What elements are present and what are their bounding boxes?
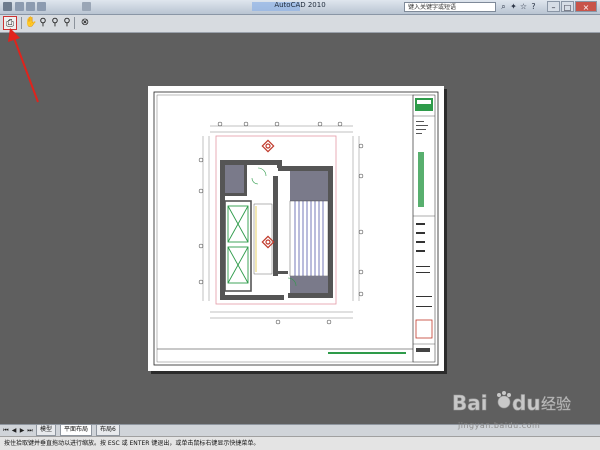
maximize-button[interactable]: □ [561,1,574,12]
minimize-button[interactable]: – [547,1,560,12]
tab-model[interactable]: 模型 [36,425,57,436]
zoom-previous-icon[interactable]: ⚲ [60,16,74,30]
tab-layout6[interactable]: 布局6 [96,425,120,436]
favorites-icon[interactable]: ☆ [519,2,528,11]
floor-plan-drawing [153,91,439,366]
svg-text:Bai: Bai [452,391,488,415]
toolbar-separator [21,17,22,29]
first-tab-icon[interactable]: ⏮ [2,426,10,435]
search-input[interactable]: 键入关键字或短语 [404,2,496,12]
company-logo [415,98,433,111]
watermark-brand: 经验 [541,395,571,413]
next-tab-icon[interactable]: ▶ [18,426,26,435]
title-bar: AutoCAD 2010 键入关键字或短语 ⌕ ✦ ☆ ? – □ × [0,0,600,15]
search-icon[interactable]: ⌕ [499,2,508,11]
close-button[interactable]: × [575,1,597,12]
last-tab-icon[interactable]: ⏭ [26,426,34,435]
communication-center-icon[interactable]: ✦ [509,2,518,11]
close-preview-icon[interactable]: ⊗ [78,16,92,30]
print-preview-sheet [148,86,444,371]
status-message: 按住拾取键并垂直拖动以进行缩放。按 ESC 或 ENTER 键退出，或单击鼠标右… [0,436,600,450]
print-icon[interactable]: ⎙ [3,16,17,30]
toolbar-separator [74,17,75,29]
svg-text:du: du [512,391,541,415]
prev-tab-icon[interactable]: ◀ [10,426,18,435]
preview-toolbar: ⎙ ✋ ⚲ ⚲ ⚲ ⊗ [0,15,600,33]
watermark-url: jingyan.baidu.com [458,421,541,430]
tab-layout-plan[interactable]: 平面布局 [60,425,93,436]
help-icon[interactable]: ? [529,2,538,11]
